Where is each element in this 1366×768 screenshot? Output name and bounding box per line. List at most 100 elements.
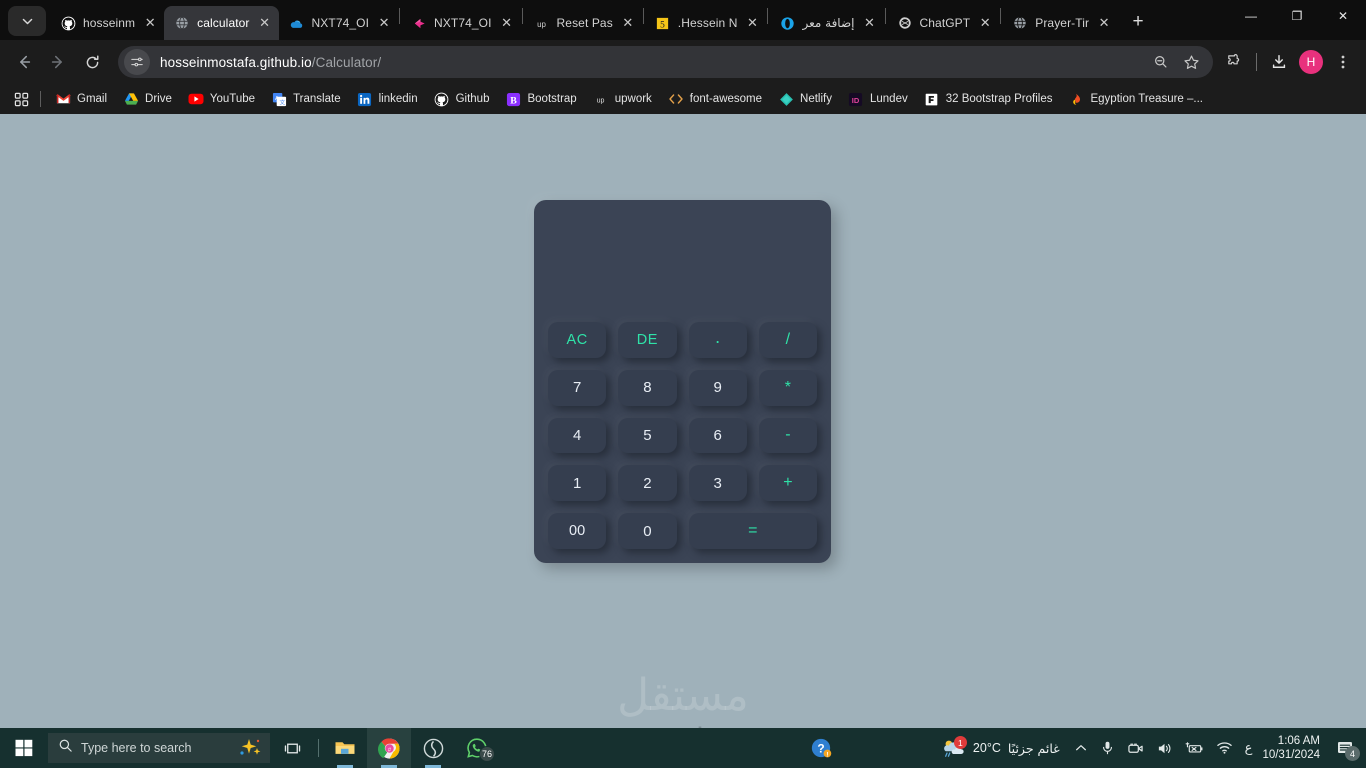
bookmark-netlify[interactable]: Netlify bbox=[770, 88, 840, 110]
back-button[interactable] bbox=[8, 46, 40, 78]
tab-close-icon[interactable]: ✕ bbox=[620, 15, 636, 31]
calculator-key-divide[interactable]: / bbox=[758, 322, 817, 358]
taskbar-app-chrome[interactable]: # bbox=[367, 728, 411, 768]
calculator-key-1[interactable]: 1 bbox=[548, 465, 607, 502]
bookmark-lundev[interactable]: ID Lundev bbox=[840, 88, 916, 110]
tab-close-icon[interactable]: ✕ bbox=[142, 15, 158, 31]
tab-close-icon[interactable]: ✕ bbox=[257, 15, 273, 31]
tab-close-icon[interactable]: ✕ bbox=[499, 15, 515, 31]
browser-tab-arabic-extension[interactable]: إضافة معر ✕ bbox=[769, 6, 883, 40]
calculator-key-equals[interactable]: = bbox=[688, 513, 817, 549]
tray-camera-icon[interactable] bbox=[1121, 728, 1150, 768]
taskbar-weather[interactable]: 1 20°C غائم جزئيًا bbox=[936, 736, 1068, 759]
extensions-puzzle-icon[interactable] bbox=[1219, 47, 1249, 77]
tray-battery-no-icon[interactable] bbox=[1179, 728, 1210, 768]
bookmark-drive[interactable]: Drive bbox=[115, 88, 180, 110]
tray-chevron-up-icon[interactable] bbox=[1068, 728, 1094, 768]
calculator-key-8[interactable]: 8 bbox=[618, 369, 677, 406]
reload-button[interactable] bbox=[76, 46, 108, 78]
browser-tab-reset-password[interactable]: up Reset Pas ✕ bbox=[524, 6, 642, 40]
address-bar[interactable]: hosseinmostafa.github.io/Calculator/ bbox=[118, 46, 1213, 78]
tab-close-icon[interactable]: ✕ bbox=[862, 15, 878, 31]
browser-tab-prayer-times[interactable]: Prayer-Tir ✕ bbox=[1002, 6, 1118, 40]
tray-language-indicator[interactable]: ع bbox=[1239, 728, 1259, 768]
tab-strip: hosseinm ✕ calculator ✕ NXT74_OI ✕ NXT74… bbox=[0, 0, 1366, 40]
calculator-key-0[interactable]: 0 bbox=[618, 513, 677, 549]
forward-button[interactable] bbox=[42, 46, 74, 78]
calculator-key-decimal[interactable]: . bbox=[688, 322, 747, 358]
taskbar-clock[interactable]: 1:06 AM 10/31/2024 bbox=[1258, 734, 1328, 763]
svg-text:ID: ID bbox=[852, 95, 860, 104]
browser-tab-nxt74-onedrive[interactable]: NXT74_OI ✕ bbox=[279, 6, 399, 40]
browser-tab-hosseinm[interactable]: hosseinm ✕ bbox=[50, 6, 164, 40]
calculator-key-subtract[interactable]: - bbox=[758, 417, 817, 454]
calculator-key-9[interactable]: 9 bbox=[688, 369, 747, 406]
new-tab-button[interactable]: + bbox=[1124, 8, 1152, 36]
whatsapp-unread-badge: 76 bbox=[479, 746, 495, 762]
tab-close-icon[interactable]: ✕ bbox=[744, 15, 760, 31]
calculator-key-7[interactable]: 7 bbox=[548, 369, 607, 406]
bookmark-translate[interactable]: A文 Translate bbox=[263, 88, 349, 110]
bookmark-github[interactable]: Github bbox=[426, 88, 498, 110]
bookmark-32-bootstrap-profiles[interactable]: 32 Bootstrap Profiles bbox=[916, 88, 1061, 110]
tab-search-button[interactable] bbox=[8, 6, 46, 36]
tray-wifi-icon[interactable] bbox=[1210, 728, 1239, 768]
task-view-icon[interactable] bbox=[270, 728, 314, 768]
calculator-key-5[interactable]: 5 bbox=[618, 417, 677, 454]
browser-tab-calculator[interactable]: calculator ✕ bbox=[164, 6, 279, 40]
calculator-key-3[interactable]: 3 bbox=[688, 465, 747, 502]
magnifier-icon bbox=[58, 738, 73, 758]
apps-grid-icon[interactable] bbox=[8, 88, 34, 110]
zoom-out-icon[interactable] bbox=[1147, 48, 1175, 76]
window-minimize-button[interactable]: — bbox=[1228, 0, 1274, 32]
calculator-key-double-zero[interactable]: 00 bbox=[548, 513, 607, 549]
taskbar-app-whatsapp[interactable]: 76 bbox=[455, 728, 499, 768]
weather-condition: غائم جزئيًا bbox=[1007, 740, 1060, 756]
window-close-button[interactable]: ✕ bbox=[1320, 0, 1366, 32]
window-maximize-button[interactable]: ❐ bbox=[1274, 0, 1320, 32]
bookmark-label: linkedin bbox=[378, 93, 418, 105]
bookmark-youtube[interactable]: YouTube bbox=[180, 88, 263, 110]
tab-close-icon[interactable]: ✕ bbox=[977, 15, 993, 31]
bookmark-linkedin[interactable]: linkedin bbox=[349, 88, 426, 110]
bookmark-bootstrap[interactable]: B Bootstrap bbox=[497, 88, 584, 110]
taskbar-app-sound[interactable] bbox=[411, 728, 455, 768]
bookmark-upwork[interactable]: up upwork bbox=[585, 88, 660, 110]
bookmarks-bar: Gmail Drive YouTube A文 Translate linkedi… bbox=[0, 84, 1366, 114]
calculator-key-6[interactable]: 6 bbox=[688, 417, 747, 454]
downloads-icon[interactable] bbox=[1264, 47, 1294, 77]
tab-label: إضافة معر bbox=[802, 16, 855, 30]
window-controls: — ❐ ✕ bbox=[1228, 0, 1366, 40]
taskbar: Type here to search # 76 ?! 1 20°C غائم … bbox=[0, 728, 1366, 768]
browser-menu-icon[interactable] bbox=[1328, 47, 1358, 77]
calculator-key-multiply[interactable]: * bbox=[758, 369, 817, 406]
tray-microphone-icon[interactable] bbox=[1094, 728, 1121, 768]
bookmark-gmail[interactable]: Gmail bbox=[47, 88, 115, 110]
taskbar-search-box[interactable]: Type here to search bbox=[48, 733, 270, 763]
taskbar-app-file-explorer[interactable] bbox=[323, 728, 367, 768]
browser-tab-chatgpt[interactable]: ChatGPT ✕ bbox=[887, 6, 1000, 40]
calculator-key-ac[interactable]: AC bbox=[548, 322, 607, 358]
chevron-down-icon bbox=[22, 18, 32, 24]
calculator-key-de[interactable]: DE bbox=[618, 322, 677, 358]
bookmark-label: Translate bbox=[293, 93, 341, 105]
windows-start-icon[interactable] bbox=[0, 728, 48, 768]
globe-icon bbox=[1012, 15, 1028, 31]
profile-avatar[interactable]: H bbox=[1296, 47, 1326, 77]
tab-close-icon[interactable]: ✕ bbox=[376, 15, 392, 31]
calculator-key-4[interactable]: 4 bbox=[548, 417, 607, 454]
tab-close-icon[interactable]: ✕ bbox=[1096, 15, 1112, 31]
calculator-key-add[interactable]: + bbox=[758, 465, 817, 502]
calculator-key-2[interactable]: 2 bbox=[618, 465, 677, 502]
notification-center-button[interactable]: 4 bbox=[1328, 728, 1362, 768]
copilot-sparkle-icon[interactable] bbox=[234, 736, 264, 765]
bookmark-font-awesome[interactable]: font-awesome bbox=[660, 88, 770, 110]
tune-icon[interactable] bbox=[124, 49, 150, 75]
bookmark-egyption-treasure[interactable]: Egyption Treasure –... bbox=[1060, 88, 1211, 110]
bookmark-label: Egyption Treasure –... bbox=[1090, 93, 1203, 105]
tray-speaker-icon[interactable] bbox=[1150, 728, 1179, 768]
browser-tab-nxt74-figma[interactable]: NXT74_OI ✕ bbox=[401, 6, 521, 40]
taskbar-help-icon[interactable]: ?! bbox=[799, 728, 843, 768]
browser-tab-hessein[interactable]: 5 .Hessein N ✕ bbox=[645, 6, 767, 40]
bookmark-star-icon[interactable] bbox=[1177, 48, 1205, 76]
